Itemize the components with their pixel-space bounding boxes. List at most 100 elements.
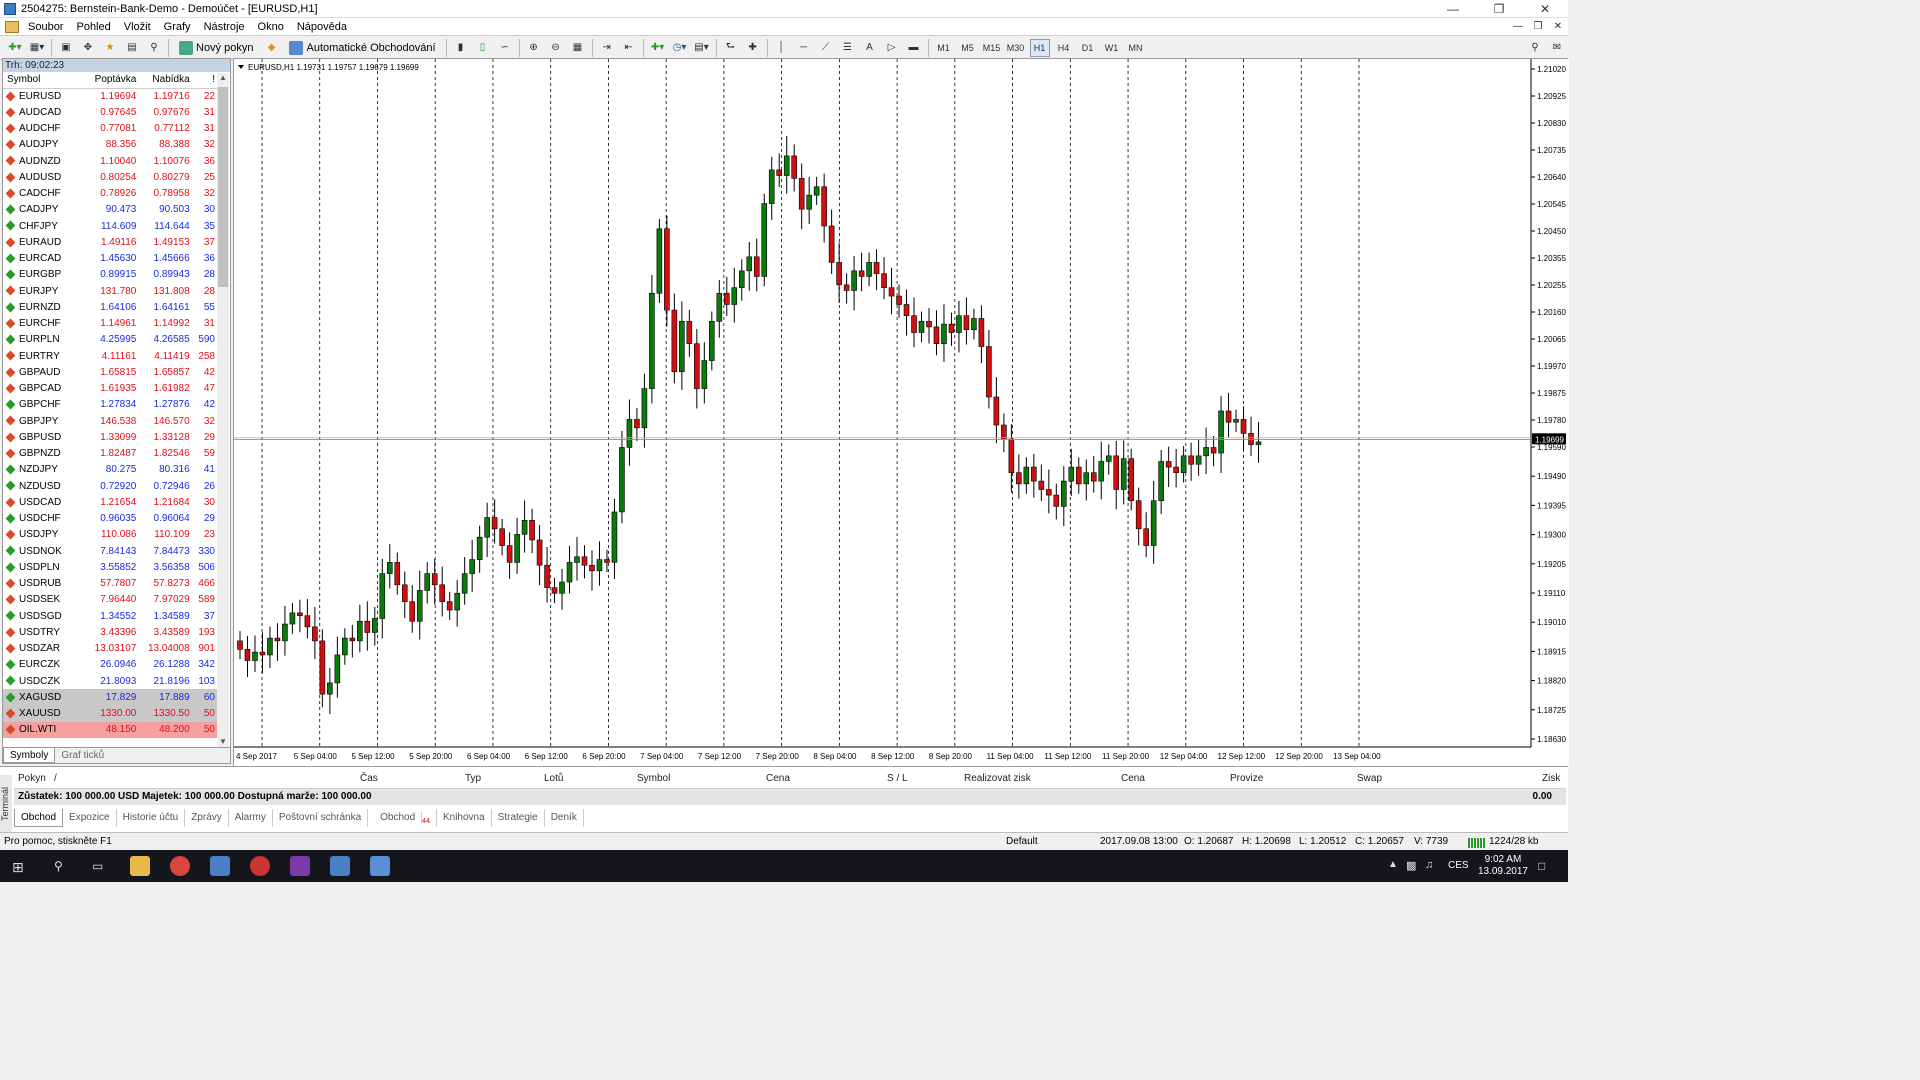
tab-historie-uctu[interactable]: Historie účtu [117,809,186,827]
auto-scroll-icon[interactable]: ⇥ [598,39,616,57]
tab-graf-ticku[interactable]: Graf ticků [55,748,110,763]
app-icon-2[interactable] [250,856,270,876]
horizontal-line-icon[interactable]: ─ [795,39,813,57]
col-symbol-t[interactable]: Symbol [637,773,670,784]
chat-icon[interactable]: ✉ [1548,39,1566,57]
vertical-line-icon[interactable]: │ [773,39,791,57]
zoom-in-icon[interactable]: ⊕ [525,39,543,57]
metaeditor-icon[interactable]: ◆ [262,39,280,57]
market-watch-row[interactable]: GBPJPY 146.538 146.570 32 [3,413,218,429]
restore-icon[interactable]: ❐ [1476,2,1522,16]
metatrader-icon-2[interactable] [330,856,350,876]
tf-mn-button[interactable]: MN [1126,39,1146,57]
menu-napoveda[interactable]: Nápověda [292,21,355,33]
tab-symboly[interactable]: Symboly [3,748,56,763]
candlestick-chart[interactable]: 1.21020 1.20925 1.20830 1.20735 1.20640 1.205… [234,59,1569,767]
tf-m30-button[interactable]: M30 [1006,39,1026,57]
col-sl[interactable]: S / L [887,773,908,784]
col-cena2[interactable]: Cena [1121,773,1145,784]
strategy-tester-icon[interactable]: ⚲ [145,39,163,57]
status-profile[interactable]: Default [1006,836,1038,847]
network-icon[interactable]: ▩ [1406,859,1416,872]
tile-windows-icon[interactable]: ▦ [569,39,587,57]
market-watch-row[interactable]: EURGBP 0.89915 0.89943 28 [3,267,218,283]
col-bid[interactable]: Poptávka [85,72,140,89]
scroll-up-icon[interactable]: ▲ [217,73,229,85]
tray-clock[interactable]: 9:02 AM 13.09.2017 [1478,854,1528,878]
profiles-icon[interactable]: ▦▾ [28,39,46,57]
scroll-thumb[interactable] [218,87,228,287]
col-spread[interactable]: ! [192,72,218,89]
line-chart-icon[interactable]: ∽ [496,39,514,57]
notifications-icon[interactable]: □ [1538,859,1545,873]
new-order-button[interactable]: Nový pokyn [174,39,258,57]
market-watch-row[interactable]: USDJPY 110.086 110.109 23 [3,527,218,543]
market-watch-row[interactable]: AUDJPY 88.356 88.388 32 [3,137,218,153]
market-watch-row[interactable]: EURJPY 131.780 131.808 28 [3,283,218,299]
market-watch-row[interactable]: USDPLN 3.55852 3.56358 506 [3,559,218,575]
new-chart-icon[interactable]: ✚▾ [6,39,24,57]
auto-trading-button[interactable]: Automatické Obchodování [284,39,440,57]
market-watch-row[interactable]: GBPAUD 1.65815 1.65857 42 [3,364,218,380]
market-watch-row[interactable]: USDCZK 21.8093 21.8196 103 [3,673,218,689]
col-lotu[interactable]: Lotů [544,773,563,784]
tab-strategie[interactable]: Strategie [492,809,545,827]
tf-h4-button[interactable]: H4 [1054,39,1074,57]
market-watch-row[interactable]: GBPCHF 1.27834 1.27876 42 [3,397,218,413]
col-cena[interactable]: Cena [766,773,790,784]
market-watch-row[interactable]: USDSGD 1.34552 1.34589 37 [3,608,218,624]
market-watch-row[interactable]: AUDNZD 1.10040 1.10076 36 [3,153,218,169]
mdi-restore-icon[interactable]: ❐ [1528,21,1548,32]
volume-icon[interactable]: ♫ [1425,859,1433,871]
col-cas[interactable]: Čas [360,773,378,784]
market-watch-row[interactable]: EURAUD 1.49116 1.49153 37 [3,234,218,250]
tab-knihovna[interactable]: Knihovna [437,809,492,827]
tf-d1-button[interactable]: D1 [1078,39,1098,57]
metatrader-icon-3[interactable] [370,856,390,876]
col-typ[interactable]: Typ [465,773,481,784]
indicators-icon[interactable]: ✚▾ [649,39,667,57]
market-watch-row[interactable]: USDTRY 3.43396 3.43589 193 [3,624,218,640]
menu-okno[interactable]: Okno [253,21,292,33]
periods-icon[interactable]: ◷▾ [671,39,689,57]
templates-icon[interactable]: ▤▾ [693,39,711,57]
channel-icon[interactable]: ☰ [839,39,857,57]
search-taskbar-icon[interactable]: ⚲ [54,859,63,873]
tf-m1-button[interactable]: M1 [934,39,954,57]
tab-denik[interactable]: Deník [545,809,584,827]
close-icon[interactable]: ✕ [1522,2,1568,16]
tab-expozice[interactable]: Expozice [63,809,117,827]
minimize-icon[interactable]: — [1430,2,1476,16]
text-icon[interactable]: A [861,39,879,57]
tf-h1-button[interactable]: H1 [1029,38,1050,57]
balance-row[interactable]: Zůstatek: 100 000.00 USD Majetek: 100 00… [14,789,1566,805]
menu-pohled[interactable]: Pohled [71,21,118,33]
trendline-icon[interactable]: ⟋ [817,39,835,57]
col-provize[interactable]: Provize [1230,773,1263,784]
terminal-icon[interactable]: ▤ [123,39,141,57]
bar-chart-icon[interactable]: ▮ [452,39,470,57]
market-watch-row[interactable]: OIL.WTI 48.150 48.200 50 [3,721,218,738]
market-watch-row[interactable]: USDNOK 7.84143 7.84473 330 [3,543,218,559]
candlestick-chart-icon[interactable]: ▯ [474,39,492,57]
explorer-icon[interactable] [130,856,150,876]
tab-obchod-market[interactable]: Obchod 44 [368,809,437,827]
market-watch-row[interactable]: USDCHF 0.96035 0.96064 29 [3,511,218,527]
tab-postovni-schranka[interactable]: Poštovní schránka [273,809,369,827]
tf-m15-button[interactable]: M15 [982,39,1002,57]
col-pokyn[interactable]: Pokyn [18,773,46,784]
arrows-icon[interactable]: ▬ [905,39,923,57]
tf-m5-button[interactable]: M5 [958,39,978,57]
market-watch-row[interactable]: CHFJPY 114.609 114.644 35 [3,218,218,234]
market-watch-row[interactable]: NZDJPY 80.275 80.316 41 [3,462,218,478]
market-watch-row[interactable]: CADJPY 90.473 90.503 30 [3,202,218,218]
col-tp[interactable]: Realizovat zisk [964,773,1031,784]
market-watch-row[interactable]: USDZAR 13.03107 13.04008 901 [3,641,218,657]
menu-grafy[interactable]: Grafy [159,21,199,33]
market-watch-row[interactable]: EURUSD 1.19694 1.19716 22 [3,88,218,104]
market-watch-row[interactable]: AUDUSD 0.80254 0.80279 25 [3,169,218,185]
col-ask[interactable]: Nabídka [139,72,193,89]
windows-start-icon[interactable]: ⊞ [12,859,24,876]
market-watch-row[interactable]: AUDCAD 0.97645 0.97676 31 [3,104,218,120]
tab-zpravy[interactable]: Zprávy [185,809,229,827]
